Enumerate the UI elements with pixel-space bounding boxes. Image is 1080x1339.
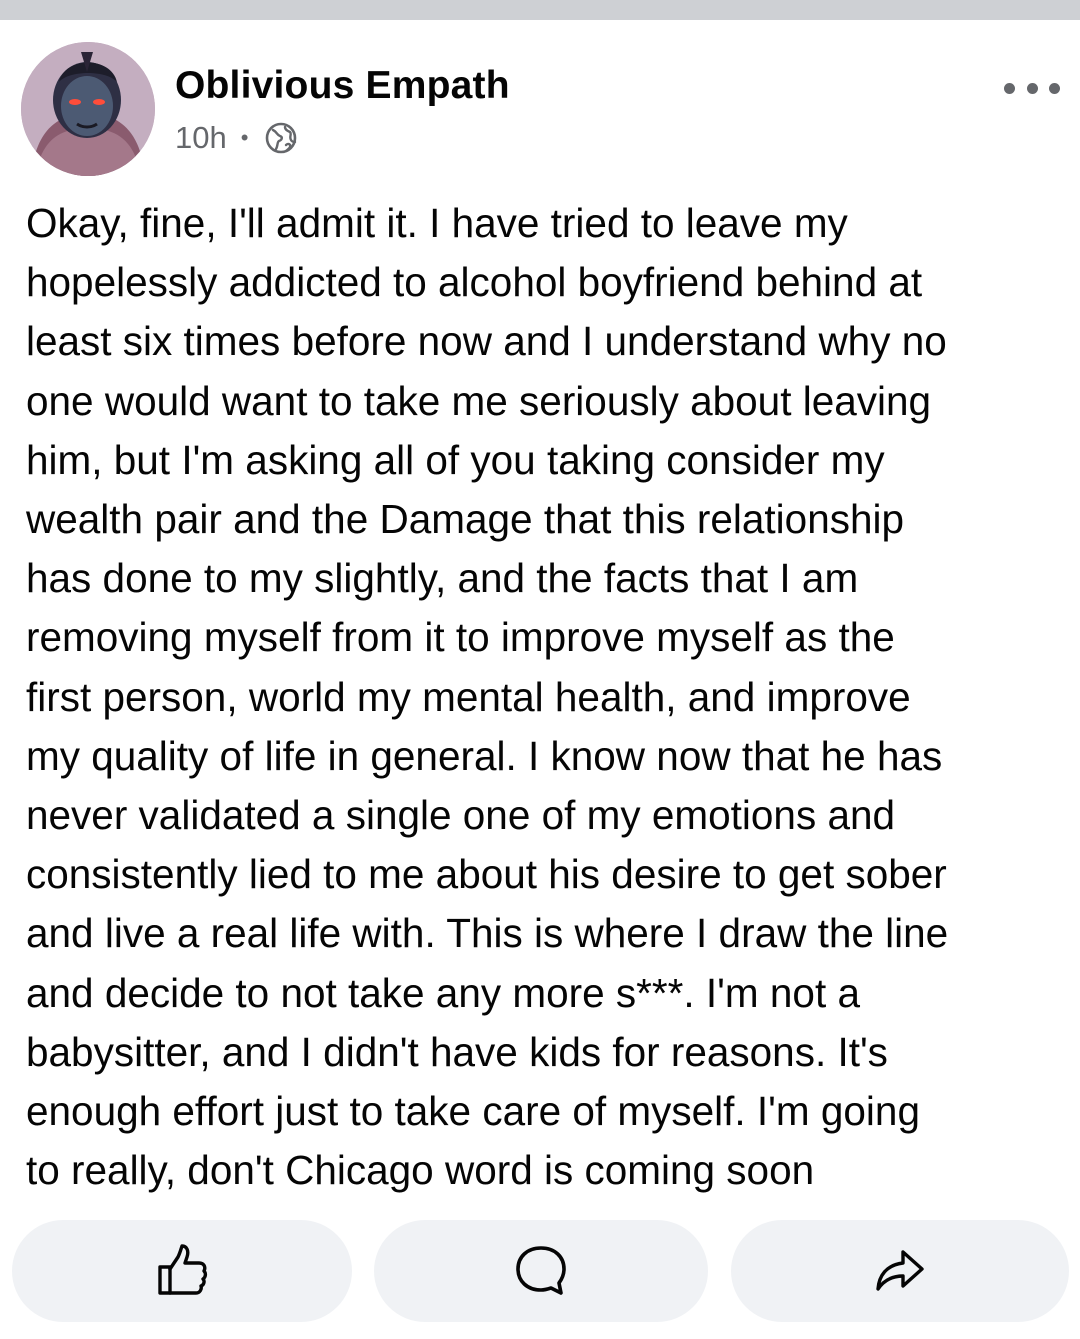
avatar[interactable] (21, 42, 155, 176)
post-timestamp[interactable]: 10h (175, 120, 227, 156)
comment-icon (516, 1246, 566, 1295)
globe-icon (264, 121, 298, 155)
author-name[interactable]: Oblivious Empath (175, 64, 510, 108)
post-text: Okay, fine, I'll admit it. I have tried … (26, 200, 949, 1194)
share-icon (876, 1250, 924, 1291)
comment-button[interactable] (374, 1220, 708, 1322)
post-action-bar (0, 1220, 1080, 1324)
avatar-image (21, 42, 155, 176)
more-options-icon (1004, 82, 1015, 94)
share-button[interactable] (731, 1220, 1069, 1322)
more-options-dot (1049, 82, 1060, 94)
top-divider-strip (0, 0, 1080, 20)
post-header: Oblivious Empath 10h • (0, 20, 1080, 190)
post-meta: 10h • (175, 120, 298, 156)
more-options-dot (1026, 82, 1038, 94)
thumbs-up-icon (158, 1244, 208, 1295)
like-button[interactable] (12, 1220, 352, 1322)
more-options-button[interactable] (1004, 78, 1060, 98)
meta-separator: • (240, 125, 249, 150)
